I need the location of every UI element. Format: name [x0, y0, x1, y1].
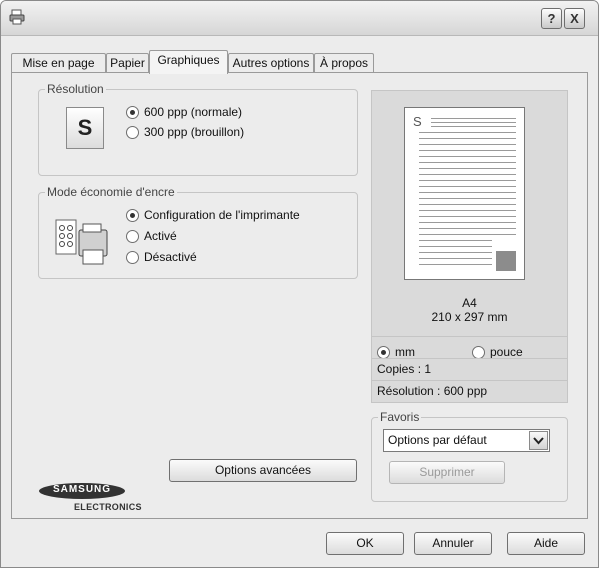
favorites-selected-value: Options par défaut [388, 433, 487, 447]
resolution-legend: Résolution [47, 82, 104, 96]
paper-name: A4 [462, 296, 477, 310]
radio-selected-icon [126, 105, 139, 119]
delete-favorite-button[interactable]: Supprimer [389, 461, 505, 484]
help-title-button[interactable]: ? [541, 8, 562, 29]
resolution-600-label: 600 ppp (normale) [144, 105, 243, 119]
tab-page-setup[interactable]: Mise en page [11, 53, 106, 73]
close-title-button[interactable]: X [564, 8, 585, 29]
graphics-panel: Résolution S 600 ppp (normale) 300 ppp (… [11, 72, 588, 519]
favorites-content: Options par défaut Supprimer [371, 410, 568, 502]
resolution-600-option[interactable]: 600 ppp (normale) [126, 105, 242, 119]
page-preview-letter: S [413, 114, 422, 129]
chevron-down-icon[interactable] [529, 431, 548, 450]
ink-printer-config-option[interactable]: Configuration de l'imprimante [126, 208, 300, 222]
radio-empty-icon [126, 250, 139, 264]
resolution-300-label: 300 ppp (brouillon) [144, 125, 245, 139]
page-preview-image-block [496, 251, 516, 271]
printer-app-icon [9, 9, 25, 25]
ink-on-option[interactable]: Activé [126, 229, 177, 243]
page-preview-area: S A4 210 x 297 mm mm pouce Copies: 1 Ré… [371, 90, 568, 403]
title-bar: ? X [1, 1, 598, 36]
advanced-options-button[interactable]: Options avancées [169, 459, 357, 482]
cancel-button[interactable]: Annuler [414, 532, 492, 555]
electronics-logo-text: ELECTRONICS [74, 502, 142, 512]
tab-paper[interactable]: Papier [106, 53, 149, 73]
resolution-300-option[interactable]: 300 ppp (brouillon) [126, 125, 244, 139]
radio-empty-icon [126, 229, 139, 243]
ink-on-label: Activé [144, 229, 177, 243]
page-preview-sheet: S [404, 107, 525, 280]
tab-about[interactable]: À propos [314, 53, 374, 73]
tab-other-options[interactable]: Autres options [228, 53, 314, 73]
help-button[interactable]: Aide [507, 532, 585, 555]
ink-saving-legend: Mode économie d'encre [47, 185, 175, 199]
resolution-s-icon: S [66, 107, 104, 149]
tab-graphics[interactable]: Graphiques [149, 50, 228, 74]
radio-empty-icon [126, 125, 139, 139]
samsung-logo-text: SAMSUNG [52, 484, 112, 495]
copies-row: Copies : 1 [372, 358, 567, 380]
radio-selected-icon [126, 208, 139, 222]
toner-printer-icon [55, 219, 108, 265]
favorites-select[interactable]: Options par défaut [383, 429, 550, 452]
ink-off-option[interactable]: Désactivé [126, 250, 197, 264]
samsung-electronics-logo: SAMSUNG ELECTRONICS [38, 482, 142, 512]
printer-preferences-window: ? X Mise en page Papier Graphiques Autre… [0, 0, 599, 568]
ink-printer-config-label: Configuration de l'imprimante [144, 208, 300, 222]
paper-size: 210 x 297 mm [431, 310, 508, 324]
units-row: mm pouce [372, 336, 567, 359]
ink-off-label: Désactivé [144, 250, 197, 264]
ok-button[interactable]: OK [326, 532, 404, 555]
resolution-info-row: Résolution : 600 ppp [372, 380, 567, 402]
